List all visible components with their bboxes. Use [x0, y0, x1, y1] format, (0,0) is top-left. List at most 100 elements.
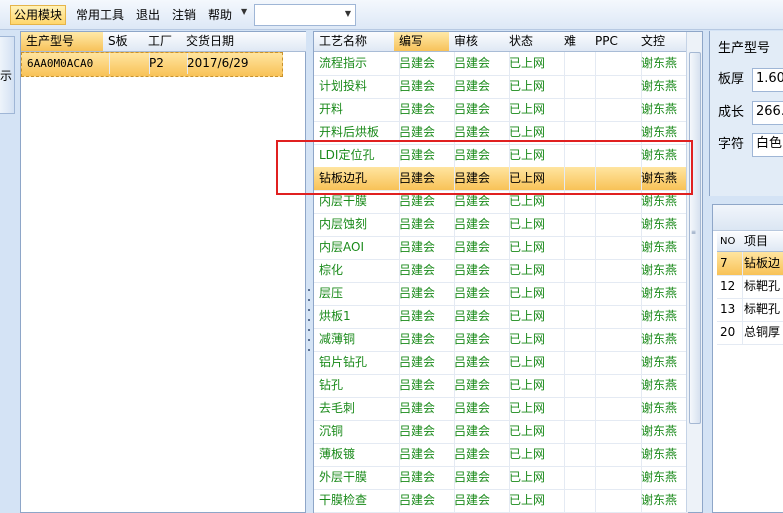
- process-name: 内层AOI: [314, 236, 400, 259]
- process-reviewer: 吕建会: [449, 351, 510, 374]
- process-reviewer: 吕建会: [449, 466, 510, 489]
- process-reviewer: 吕建会: [449, 443, 510, 466]
- process-status: 已上网: [504, 75, 565, 98]
- process-reviewer: 吕建会: [449, 328, 510, 351]
- process-ppc: [590, 98, 642, 121]
- table-row[interactable]: 13 标靶孔: [717, 298, 783, 322]
- table-row[interactable]: 薄板镀 吕建会 吕建会 已上网 谢东燕: [314, 443, 694, 467]
- table-row[interactable]: 去毛刺 吕建会 吕建会 已上网 谢东燕: [314, 397, 694, 421]
- process-writer: 吕建会: [394, 305, 455, 328]
- process-writer: 吕建会: [394, 443, 455, 466]
- process-name: 沉铜: [314, 420, 400, 443]
- table-row[interactable]: 干膜检查 吕建会 吕建会 已上网 谢东燕: [314, 489, 694, 513]
- process-reviewer: 吕建会: [449, 259, 510, 282]
- process-panel: 工艺名称 编写 审核 状态 难 PPC 文控 流程指示 吕建会 吕建会 已上网 谢东燕计…: [313, 31, 703, 513]
- process-writer: 吕建会: [394, 489, 455, 512]
- process-writer: 吕建会: [394, 52, 455, 75]
- grip-icon: ≡: [691, 229, 697, 236]
- col-header-status[interactable]: 状态: [504, 32, 565, 52]
- process-writer: 吕建会: [394, 351, 455, 374]
- process-scrollbar[interactable]: ≡: [686, 32, 702, 512]
- col-header-process-name[interactable]: 工艺名称: [314, 32, 400, 52]
- char-field[interactable]: 白色: [752, 133, 783, 157]
- process-status: 已上网: [504, 374, 565, 397]
- process-status: 已上网: [504, 52, 565, 75]
- table-row[interactable]: 沉铜 吕建会 吕建会 已上网 谢东燕: [314, 420, 694, 444]
- chevron-down-icon[interactable]: ▼: [345, 9, 351, 18]
- menu-public-module[interactable]: 公用模块: [10, 5, 67, 25]
- process-writer: 吕建会: [394, 236, 455, 259]
- table-row[interactable]: 计划投料 吕建会 吕建会 已上网 谢东燕: [314, 75, 694, 99]
- process-writer: 吕建会: [394, 259, 455, 282]
- process-ppc: [590, 489, 642, 512]
- thickness-field[interactable]: 1.60: [752, 68, 783, 92]
- process-name: 薄板镀: [314, 443, 400, 466]
- table-row[interactable]: 7 钻板边: [717, 252, 783, 276]
- process-name: 层压: [314, 282, 400, 305]
- table-row[interactable]: 20 总铜厚: [717, 321, 783, 345]
- left-collapsed-strip: 示: [0, 33, 15, 513]
- process-reviewer: 吕建会: [449, 305, 510, 328]
- table-row[interactable]: 层压 吕建会 吕建会 已上网 谢东燕: [314, 282, 694, 306]
- process-reviewer: 吕建会: [449, 282, 510, 305]
- menu-exit[interactable]: 退出: [133, 6, 163, 24]
- col-header-ppc[interactable]: PPC: [590, 32, 642, 52]
- process-name: 外层干膜: [314, 466, 400, 489]
- process-name: 流程指示: [314, 52, 400, 75]
- process-status: 已上网: [504, 443, 565, 466]
- model-label: 生产型号: [718, 41, 771, 56]
- process-reviewer: 吕建会: [449, 98, 510, 121]
- process-writer: 吕建会: [394, 466, 455, 489]
- menu-bar: 公用模块 常用工具 退出 注销 帮助 ▼ ▼: [0, 0, 783, 30]
- col-header-model[interactable]: 生产型号: [21, 32, 109, 52]
- process-name: 去毛刺: [314, 397, 400, 420]
- process-ppc: [590, 443, 642, 466]
- length-field[interactable]: 266.9: [752, 101, 783, 125]
- table-row[interactable]: 开料 吕建会 吕建会 已上网 谢东燕: [314, 98, 694, 122]
- table-row[interactable]: 外层干膜 吕建会 吕建会 已上网 谢东燕: [314, 466, 694, 490]
- scrollbar-thumb[interactable]: ≡: [689, 52, 701, 424]
- col-header-reviewer[interactable]: 审核: [449, 32, 510, 52]
- process-status: 已上网: [504, 98, 565, 121]
- process-writer: 吕建会: [394, 328, 455, 351]
- items-panel-frame: NO 项目 7 钻板边 12 标靶孔 13 标靶孔 20 总铜厚: [709, 196, 783, 513]
- process-writer: 吕建会: [394, 75, 455, 98]
- col-header-item[interactable]: 项目: [739, 232, 783, 252]
- table-row[interactable]: 内层AOI 吕建会 吕建会 已上网 谢东燕: [314, 236, 694, 260]
- process-status: 已上网: [504, 282, 565, 305]
- highlight-box: [276, 140, 693, 195]
- item-name: 钻板边: [744, 256, 781, 270]
- table-row[interactable]: 烘板1 吕建会 吕建会 已上网 谢东燕: [314, 305, 694, 329]
- item-name: 总铜厚: [744, 325, 781, 339]
- process-ppc: [590, 259, 642, 282]
- table-row[interactable]: 内层蚀刻 吕建会 吕建会 已上网 谢东燕: [314, 213, 694, 237]
- vertical-splitter[interactable]: [306, 31, 313, 513]
- table-row[interactable]: 6AA0M0ACA0 P2 2017/6/29: [21, 52, 283, 77]
- chevron-down-icon[interactable]: ▼: [241, 7, 247, 16]
- process-name: 钻孔: [314, 374, 400, 397]
- col-header-writer[interactable]: 编写: [394, 32, 455, 52]
- process-name: 棕化: [314, 259, 400, 282]
- process-reviewer: 吕建会: [449, 489, 510, 512]
- process-reviewer: 吕建会: [449, 420, 510, 443]
- process-writer: 吕建会: [394, 374, 455, 397]
- col-header-delivery-date[interactable]: 交货日期: [181, 32, 311, 52]
- process-name: 铝片钻孔: [314, 351, 400, 374]
- table-row[interactable]: 棕化 吕建会 吕建会 已上网 谢东燕: [314, 259, 694, 283]
- process-ppc: [590, 397, 642, 420]
- process-ppc: [590, 374, 642, 397]
- module-combo[interactable]: ▼: [254, 4, 356, 26]
- items-panel: NO 项目 7 钻板边 12 标靶孔 13 标靶孔 20 总铜厚: [712, 204, 783, 513]
- menu-logout[interactable]: 注销: [169, 6, 199, 24]
- table-row[interactable]: 铝片钻孔 吕建会 吕建会 已上网 谢东燕: [314, 351, 694, 375]
- process-name: 开料: [314, 98, 400, 121]
- table-row[interactable]: 减薄铜 吕建会 吕建会 已上网 谢东燕: [314, 328, 694, 352]
- menu-common-tools[interactable]: 常用工具: [73, 6, 127, 24]
- menu-help[interactable]: 帮助: [205, 6, 235, 24]
- process-status: 已上网: [504, 305, 565, 328]
- table-row[interactable]: 钻孔 吕建会 吕建会 已上网 谢东燕: [314, 374, 694, 398]
- left-panel-toggle[interactable]: 示: [0, 36, 15, 114]
- table-row[interactable]: 12 标靶孔: [717, 275, 783, 299]
- table-row[interactable]: 流程指示 吕建会 吕建会 已上网 谢东燕: [314, 52, 694, 76]
- thickness-label: 板厚: [718, 72, 745, 87]
